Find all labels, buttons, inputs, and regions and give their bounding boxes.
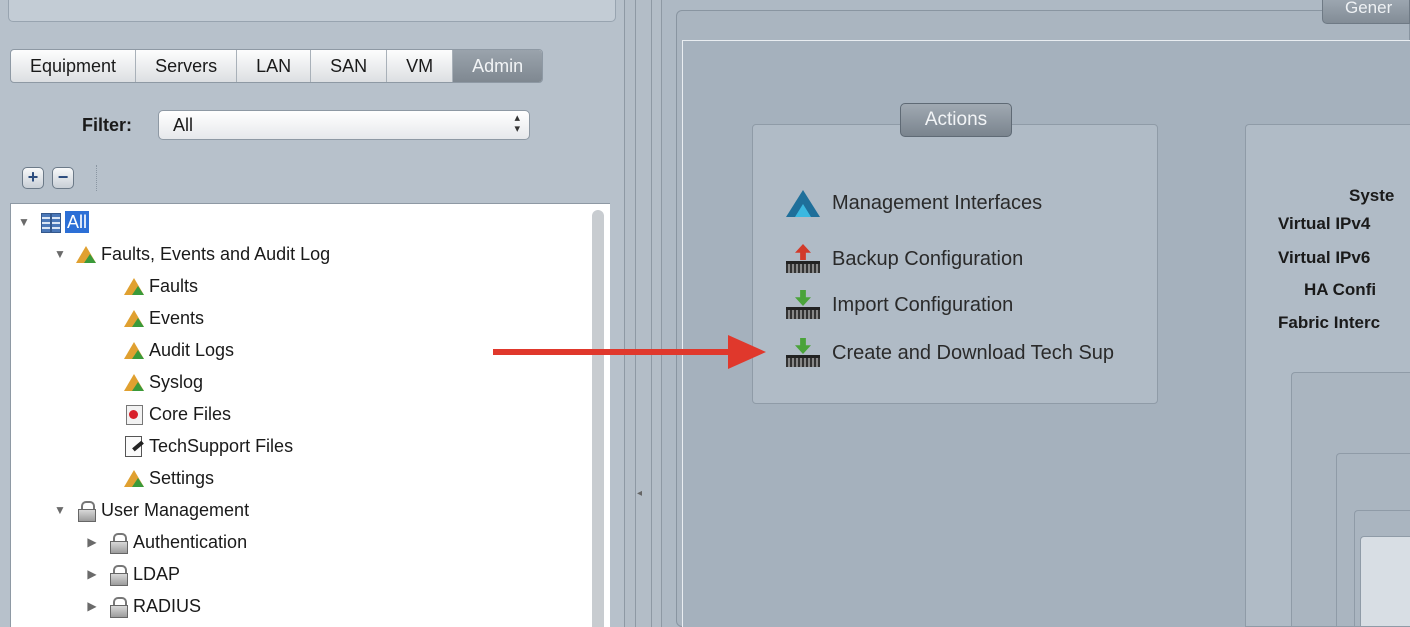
syslog-icon [123, 371, 145, 393]
navigation-panel: Equipment Servers LAN SAN VM Admin Filte… [0, 0, 624, 627]
tree-item-label: User Management [101, 499, 250, 520]
fabric-interconnect-label: Fabric Interc [1278, 313, 1381, 332]
tree-item-techsupport-files[interactable]: TechSupport Files [117, 432, 293, 460]
ha-configuration-label: HA Confi [1304, 280, 1377, 299]
toolbar-separator [96, 165, 97, 191]
backup-icon [786, 244, 822, 274]
tree-item-ldap[interactable]: ▶ LDAP [83, 560, 180, 588]
tree-item-settings[interactable]: Settings [117, 464, 214, 492]
tree-item-user-management[interactable]: ▼ User Management [51, 496, 249, 524]
collapse-all-icon[interactable]: − [52, 167, 74, 189]
lock-icon [107, 531, 129, 554]
tree-item-all[interactable]: ▼ All [15, 208, 90, 236]
core-files-icon [123, 403, 145, 425]
tree-item-label: Syslog [149, 371, 204, 392]
action-label: Import Configuration [832, 293, 1014, 316]
management-interfaces-icon [786, 188, 822, 218]
lock-icon [107, 595, 129, 618]
navigation-tree: ▼ All ▼ Faults, Events and Audit Log Fau… [10, 203, 610, 627]
virtual-ipv4-label: Virtual IPv4 [1278, 214, 1371, 233]
faults-icon [75, 243, 97, 265]
top-toolbar-strip [8, 0, 616, 22]
tree-item-faults[interactable]: Faults [117, 272, 198, 300]
splitter-line [651, 0, 652, 627]
techsupport-files-icon [123, 435, 145, 457]
actions-group-title: Actions [900, 103, 1012, 137]
tree-item-syslog[interactable]: Syslog [117, 368, 203, 396]
tree-item-label: All [65, 211, 90, 233]
settings-icon [123, 467, 145, 489]
expanded-arrow-icon[interactable]: ▼ [15, 215, 33, 229]
tree-item-label: Authentication [133, 531, 248, 552]
audit-logs-icon [123, 339, 145, 361]
filter-select[interactable]: All ▴ ▾ [158, 110, 530, 140]
tree-item-label: TechSupport Files [149, 435, 294, 456]
all-icon [39, 211, 61, 233]
management-interfaces-link[interactable]: Management Interfaces [786, 188, 1042, 218]
tree-toolbar: + − [10, 158, 618, 198]
tab-lan[interactable]: LAN [237, 50, 312, 82]
tree-item-core-files[interactable]: Core Files [117, 400, 231, 428]
annotation-arrow-shaft [493, 349, 743, 355]
tree-item-audit-logs[interactable]: Audit Logs [117, 336, 234, 364]
tree-item-label: Audit Logs [149, 339, 235, 360]
import-configuration-link[interactable]: Import Configuration [786, 290, 1013, 320]
tree-item-label: Faults [149, 275, 199, 296]
events-icon [123, 307, 145, 329]
tree-item-label: Faults, Events and Audit Log [101, 243, 331, 264]
backup-configuration-link[interactable]: Backup Configuration [786, 244, 1023, 274]
action-label: Management Interfaces [832, 191, 1043, 214]
faults-icon [123, 275, 145, 297]
create-download-tech-support-link[interactable]: Create and Download Tech Sup [786, 338, 1114, 368]
tech-support-icon [786, 338, 822, 368]
tree-scrollbar[interactable] [592, 210, 604, 627]
virtual-ipv6-label: Virtual IPv6 [1278, 248, 1371, 267]
import-icon [786, 290, 822, 320]
lock-icon [75, 499, 97, 522]
splitter-handle-icon[interactable]: ◂ [637, 488, 642, 499]
collapsed-arrow-icon[interactable]: ▶ [83, 599, 101, 613]
collapsed-arrow-icon[interactable]: ▶ [83, 535, 101, 549]
tree-item-label: Core Files [149, 403, 232, 424]
expanded-arrow-icon[interactable]: ▼ [51, 503, 69, 517]
tab-general[interactable]: Gener [1322, 0, 1410, 24]
tree-item-events[interactable]: Events [117, 304, 204, 332]
tab-equipment[interactable]: Equipment [11, 50, 137, 82]
action-label: Create and Download Tech Sup [832, 341, 1115, 364]
expand-all-icon[interactable]: + [22, 167, 44, 189]
tree-item-radius[interactable]: ▶ RADIUS [83, 592, 201, 620]
pane-splitter[interactable]: ◂ [624, 0, 662, 627]
tree-item-label: Events [149, 307, 205, 328]
select-arrows-icon: ▴ ▾ [514, 112, 520, 135]
splitter-line [635, 0, 636, 627]
expanded-arrow-icon[interactable]: ▼ [51, 247, 69, 261]
tab-servers[interactable]: Servers [136, 50, 238, 82]
collapsed-arrow-icon[interactable]: ▶ [83, 567, 101, 581]
filter-label: Filter: [82, 114, 133, 135]
tab-admin[interactable]: Admin [453, 50, 543, 82]
tab-san[interactable]: SAN [311, 50, 388, 82]
tree-item-label: RADIUS [133, 595, 202, 616]
nested-group-4 [1360, 536, 1410, 627]
tree-item-label: Settings [149, 467, 215, 488]
filter-row: Filter: All ▴ ▾ [82, 110, 530, 140]
nav-tab-bar: Equipment Servers LAN SAN VM Admin [10, 49, 544, 83]
lock-icon [107, 563, 129, 586]
filter-value: All [173, 115, 194, 135]
action-label: Backup Configuration [832, 247, 1024, 270]
system-label: Syste [1349, 186, 1395, 205]
tree-item-label: LDAP [133, 563, 181, 584]
tab-vm[interactable]: VM [387, 50, 454, 82]
tree-item-faults-events-audit[interactable]: ▼ Faults, Events and Audit Log [51, 240, 330, 268]
tree-item-authentication[interactable]: ▶ Authentication [83, 528, 247, 556]
